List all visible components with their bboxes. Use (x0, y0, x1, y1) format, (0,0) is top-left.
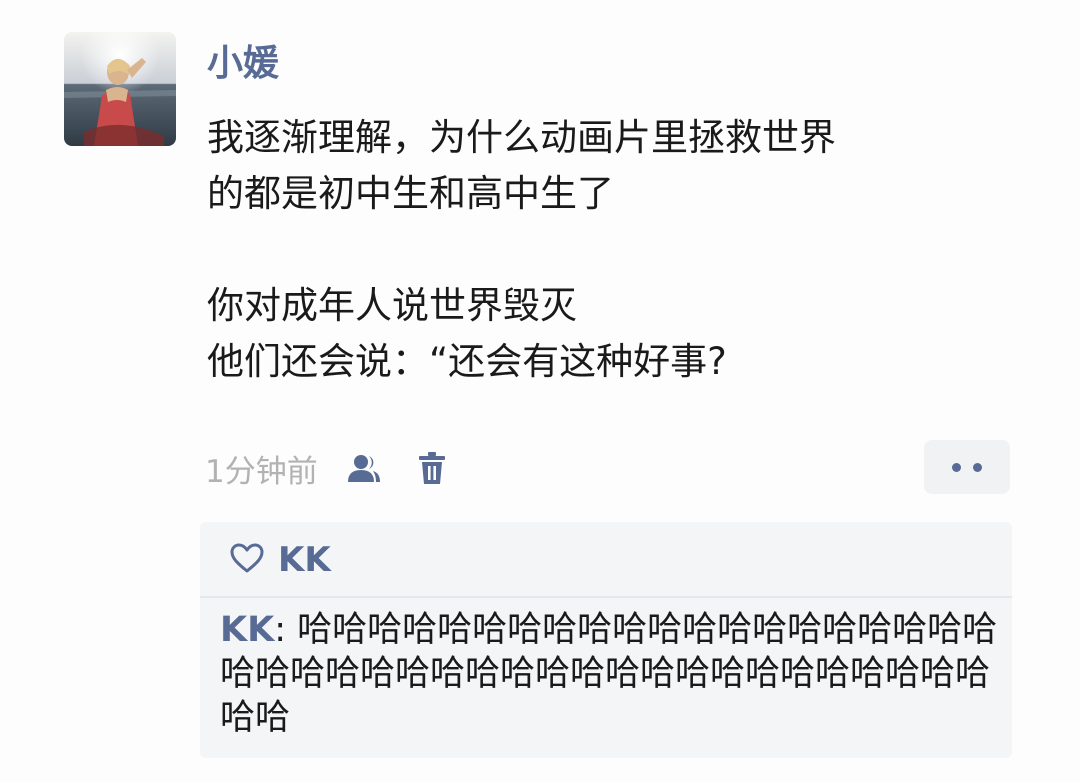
likes-row: KK (230, 538, 331, 582)
more-dots-icon (952, 462, 961, 472)
trash-icon[interactable] (412, 448, 452, 488)
moments-post: 小媛 我逐渐理解，为什么动画片里拯救世界 的都是初中生和高中生了 你对成年人说世… (0, 0, 1080, 782)
avatar-image (64, 32, 176, 146)
divider (200, 596, 1012, 598)
post-text-line: 他们还会说：“还会有这种好事? (207, 340, 727, 383)
comment-separator: : (274, 610, 298, 650)
comment[interactable]: KK: 哈哈哈哈哈哈哈哈哈哈哈哈哈哈哈哈哈哈哈哈哈哈哈哈哈哈哈哈哈哈哈哈哈哈哈哈… (220, 608, 1010, 740)
more-dots-icon (973, 462, 982, 472)
comment-author[interactable]: KK (220, 610, 274, 650)
friends-visibility-icon[interactable] (344, 448, 384, 488)
heart-outline-icon (230, 543, 264, 577)
post-text-line: 我逐渐理解，为什么动画片里拯救世界 (207, 116, 836, 159)
avatar[interactable] (64, 32, 176, 146)
post-timestamp: 1分钟前 (205, 453, 318, 490)
post-text-line: 的都是初中生和高中生了 (207, 172, 614, 215)
interactions-panel: KK KK: 哈哈哈哈哈哈哈哈哈哈哈哈哈哈哈哈哈哈哈哈哈哈哈哈哈哈哈哈哈哈哈哈哈… (200, 522, 1012, 758)
more-actions-button[interactable] (924, 440, 1010, 494)
author-name[interactable]: 小媛 (207, 36, 279, 92)
post-meta: 1分钟前 (205, 444, 452, 492)
post-content: 我逐渐理解，为什么动画片里拯救世界 的都是初中生和高中生了 你对成年人说世界毁灭… (207, 110, 1027, 390)
comment-text: 哈哈哈哈哈哈哈哈哈哈哈哈哈哈哈哈哈哈哈哈哈哈哈哈哈哈哈哈哈哈哈哈哈哈哈哈哈哈哈哈… (220, 610, 998, 738)
post-text-line: 你对成年人说世界毁灭 (207, 284, 577, 327)
like-user-name[interactable]: KK (278, 540, 331, 580)
